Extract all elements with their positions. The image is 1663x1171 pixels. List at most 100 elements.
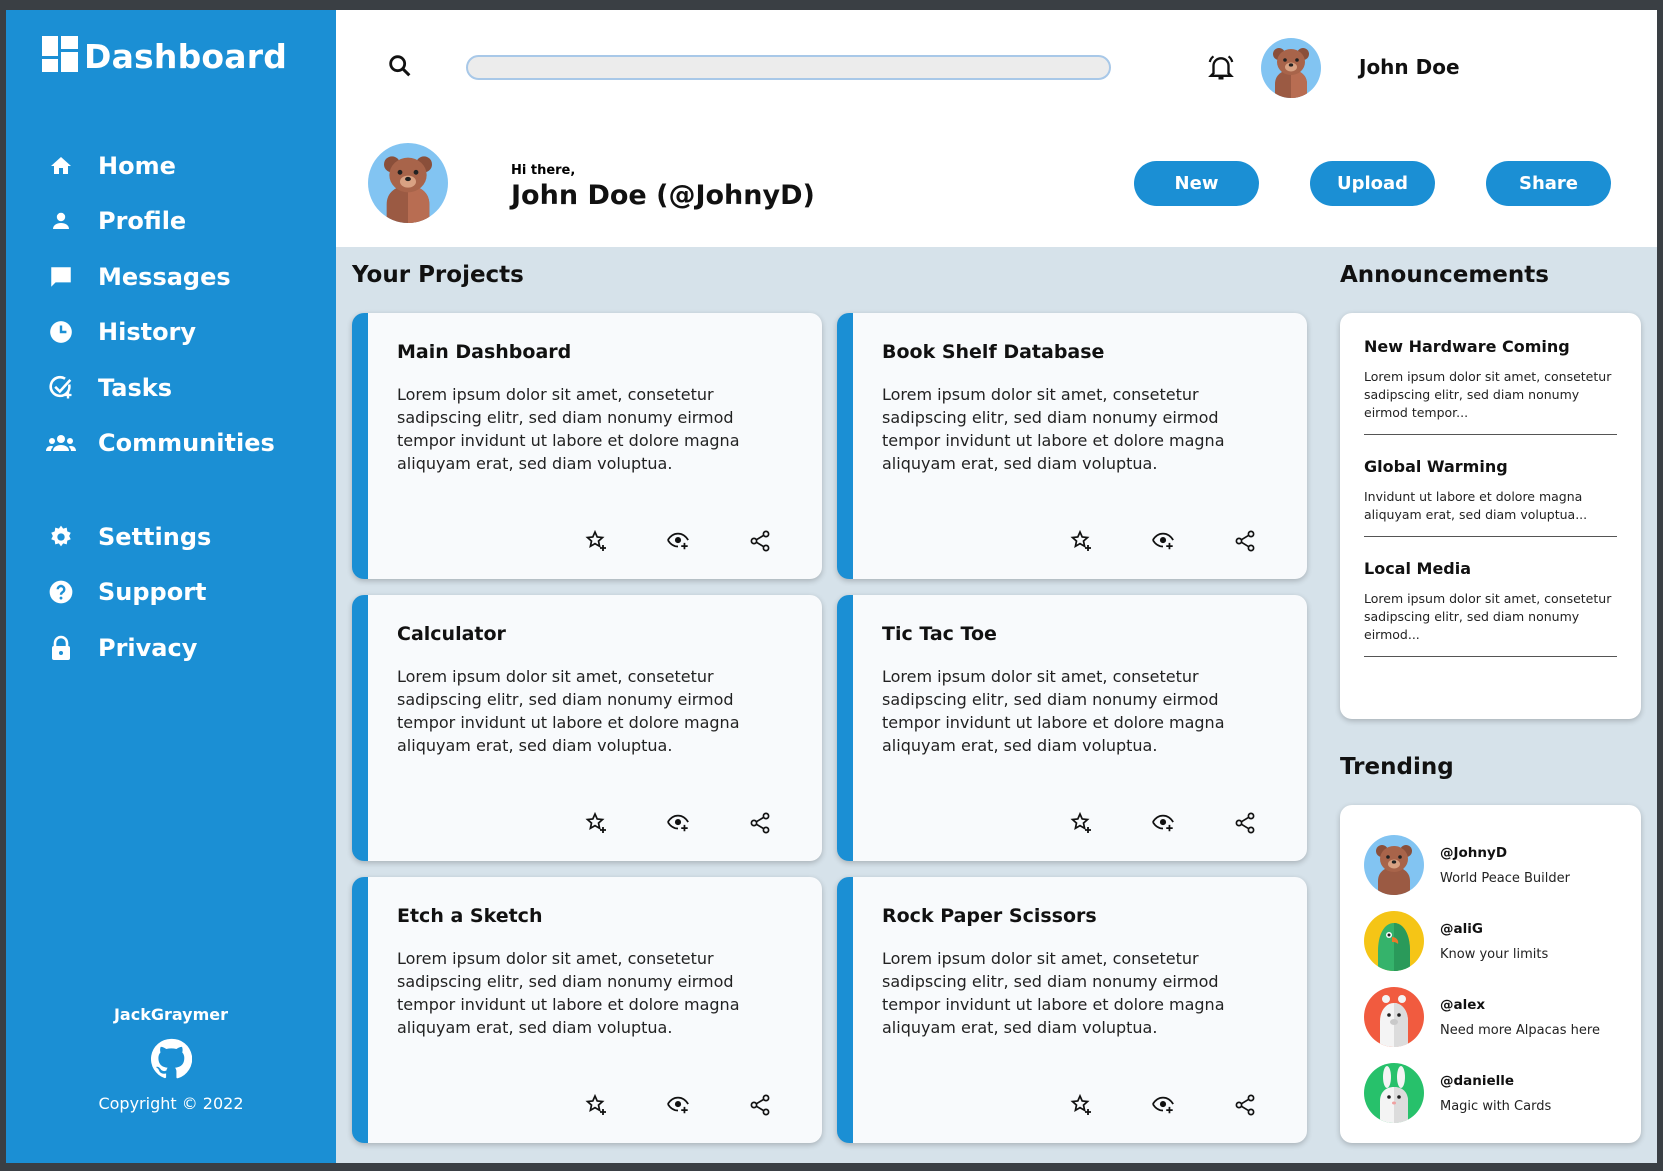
profile-header: Hi there, John Doe (@JohnyD) New Upload …: [336, 127, 1657, 247]
person-icon: [46, 206, 76, 236]
trending-item[interactable]: @danielle Magic with Cards: [1364, 1055, 1641, 1131]
gear-icon: [46, 522, 76, 552]
sidebar-item-settings[interactable]: Settings: [46, 509, 326, 565]
sidebar-item-privacy[interactable]: Privacy: [46, 620, 326, 676]
project-card[interactable]: Main Dashboard Lorem ipsum dolor sit ame…: [352, 313, 822, 579]
sidebar-item-label: Messages: [98, 262, 231, 291]
brand[interactable]: Dashboard: [42, 36, 287, 76]
star-add-icon[interactable]: [584, 1093, 608, 1117]
sidebar-item-label: Home: [98, 151, 176, 180]
share-icon[interactable]: [748, 811, 772, 835]
app-frame: Dashboard Home Profile Messages History …: [6, 10, 1657, 1163]
announcement-item[interactable]: Global Warming Invidunt ut labore et dol…: [1364, 457, 1617, 537]
project-card[interactable]: Rock Paper Scissors Lorem ipsum dolor si…: [837, 877, 1307, 1143]
announcement-item[interactable]: Local Media Lorem ipsum dolor sit amet, …: [1364, 559, 1617, 657]
trending-handle: @alex: [1440, 996, 1486, 1013]
trending-handle: @JohnyD: [1440, 844, 1508, 861]
eye-add-icon[interactable]: [666, 1093, 690, 1117]
trending-item[interactable]: @aliG Know your limits: [1364, 903, 1641, 979]
announcement-item[interactable]: New Hardware Coming Lorem ipsum dolor si…: [1364, 337, 1617, 435]
share-icon[interactable]: [748, 1093, 772, 1117]
home-icon: [46, 151, 76, 181]
star-add-icon[interactable]: [1069, 529, 1093, 553]
top-user-name[interactable]: John Doe: [1359, 55, 1460, 79]
sidebar-item-label: Settings: [98, 522, 212, 551]
project-description: Lorem ipsum dolor sit amet, consetetur s…: [397, 949, 740, 1037]
share-icon[interactable]: [1233, 811, 1257, 835]
search-input[interactable]: [466, 55, 1111, 80]
sidebar-item-home[interactable]: Home: [46, 138, 326, 194]
user-avatar[interactable]: [1261, 38, 1321, 98]
search-icon[interactable]: [386, 52, 414, 84]
star-add-icon[interactable]: [1069, 811, 1093, 835]
trending-card: @JohnyD World Peace Builder @aliG Know y…: [1340, 805, 1641, 1143]
card-actions: [584, 811, 772, 835]
project-title: Calculator: [397, 623, 506, 645]
new-button[interactable]: New: [1134, 161, 1259, 206]
copyright: Copyright © 2022: [98, 1094, 244, 1113]
clock-icon: [46, 317, 76, 347]
github-icon[interactable]: [150, 1038, 193, 1080]
sidebar-item-label: Profile: [98, 207, 187, 236]
card-actions: [584, 529, 772, 553]
group-icon: [46, 428, 76, 458]
chat-icon: [46, 262, 76, 292]
project-card[interactable]: Book Shelf Database Lorem ipsum dolor si…: [837, 313, 1307, 579]
trending-tagline: Know your limits: [1440, 946, 1549, 962]
sidebar-item-history[interactable]: History: [46, 305, 326, 361]
star-add-icon[interactable]: [1069, 1093, 1093, 1117]
sidebar-item-tasks[interactable]: Tasks: [46, 360, 326, 416]
sidebar-item-messages[interactable]: Messages: [46, 249, 326, 305]
sidebar-item-support[interactable]: Support: [46, 565, 326, 621]
card-actions: [1069, 529, 1257, 553]
project-card[interactable]: Tic Tac Toe Lorem ipsum dolor sit amet, …: [837, 595, 1307, 861]
announcement-title: Global Warming: [1364, 457, 1508, 476]
rabbit-avatar: [1364, 1063, 1424, 1123]
task-check-icon: [46, 373, 76, 403]
brand-title: Dashboard: [84, 36, 288, 76]
projects-title: Your Projects: [352, 262, 524, 288]
star-add-icon[interactable]: [584, 811, 608, 835]
bear-avatar: [1364, 835, 1424, 895]
project-card[interactable]: Etch a Sketch Lorem ipsum dolor sit amet…: [352, 877, 822, 1143]
star-add-icon[interactable]: [584, 529, 608, 553]
trending-item[interactable]: @JohnyD World Peace Builder: [1364, 827, 1641, 903]
eye-add-icon[interactable]: [666, 811, 690, 835]
eye-add-icon[interactable]: [1151, 529, 1175, 553]
project-title: Etch a Sketch: [397, 905, 543, 927]
share-icon[interactable]: [1233, 529, 1257, 553]
bell-icon[interactable]: [1206, 52, 1236, 86]
announcement-title: New Hardware Coming: [1364, 337, 1570, 356]
share-icon[interactable]: [1233, 1093, 1257, 1117]
trending-item[interactable]: @alex Need more Alpacas here: [1364, 979, 1641, 1055]
announcements-title: Announcements: [1340, 262, 1549, 288]
eye-add-icon[interactable]: [666, 529, 690, 553]
eye-add-icon[interactable]: [1151, 811, 1175, 835]
upload-button[interactable]: Upload: [1310, 161, 1435, 206]
eye-add-icon[interactable]: [1151, 1093, 1175, 1117]
sidebar-item-label: Tasks: [98, 373, 173, 402]
project-description: Lorem ipsum dolor sit amet, consetetur s…: [882, 385, 1225, 473]
announcement-title: Local Media: [1364, 559, 1472, 578]
announcements-card: New Hardware Coming Lorem ipsum dolor si…: [1340, 313, 1641, 719]
trending-tagline: Magic with Cards: [1440, 1098, 1552, 1114]
card-actions: [1069, 1093, 1257, 1117]
sidebar-item-profile[interactable]: Profile: [46, 194, 326, 250]
sidebar-item-label: History: [98, 318, 197, 347]
sidebar-footer: JackGraymer Copyright © 2022: [6, 1005, 336, 1113]
help-icon: [46, 577, 76, 607]
card-actions: [1069, 811, 1257, 835]
trending-tagline: Need more Alpacas here: [1440, 1022, 1600, 1038]
project-card[interactable]: Calculator Lorem ipsum dolor sit amet, c…: [352, 595, 822, 861]
card-actions: [584, 1093, 772, 1117]
profile-name: John Doe (@JohnyD): [511, 180, 815, 211]
sidebar-item-label: Privacy: [98, 633, 198, 662]
projects-grid: Main Dashboard Lorem ipsum dolor sit ame…: [352, 313, 1307, 1143]
profile-avatar: [368, 143, 448, 223]
sidebar-item-communities[interactable]: Communities: [46, 416, 326, 472]
trending-handle: @aliG: [1440, 920, 1483, 937]
share-button[interactable]: Share: [1486, 161, 1611, 206]
share-icon[interactable]: [748, 529, 772, 553]
dashboard-logo-icon: [42, 36, 78, 76]
project-title: Main Dashboard: [397, 341, 572, 363]
